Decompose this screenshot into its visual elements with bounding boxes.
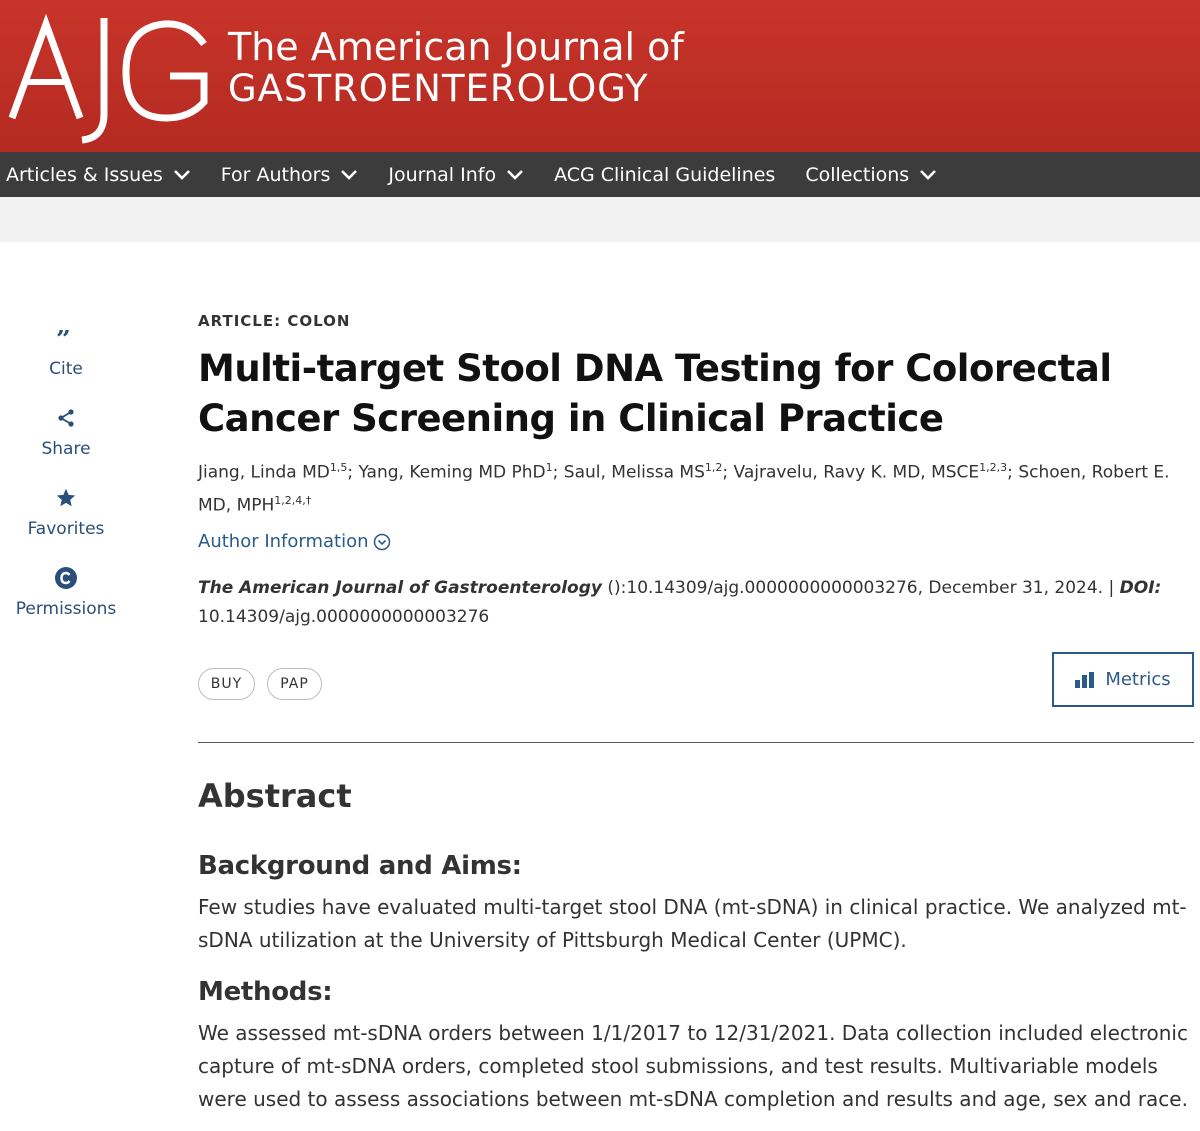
favorites-label: Favorites xyxy=(27,519,105,539)
author-information-toggle[interactable]: Author Information xyxy=(198,531,391,552)
journal-name[interactable]: The American Journal of GASTROENTEROLOGY xyxy=(228,26,684,110)
metrics-button[interactable]: Metrics xyxy=(1052,652,1194,708)
star-icon xyxy=(55,485,77,511)
quote-icon: ” xyxy=(56,325,76,351)
citation-journal: The American Journal of Gastroenterology xyxy=(198,578,602,599)
ajg-logo[interactable] xyxy=(8,10,213,146)
abstract-heading: Abstract xyxy=(198,777,352,816)
author-separator: ; xyxy=(347,462,359,483)
cite-button[interactable]: ” Cite xyxy=(0,325,132,379)
journal-name-line2: GASTROENTEROLOGY xyxy=(228,67,649,110)
main-nav: Articles & Issues For Authors Journal In… xyxy=(0,152,1200,197)
author-information-label: Author Information xyxy=(198,531,369,553)
favorites-button[interactable]: Favorites xyxy=(0,485,132,539)
article-kicker: ARTICLE: COLON xyxy=(198,312,351,330)
section-heading-background: Background and Aims: xyxy=(198,851,522,882)
nav-label: Journal Info xyxy=(388,163,497,186)
chevron-down-icon xyxy=(341,169,358,180)
nav-acg-guidelines[interactable]: ACG Clinical Guidelines xyxy=(554,164,775,186)
copyright-icon xyxy=(54,565,78,591)
section-text-background: Few studies have evaluated multi-target … xyxy=(198,895,1187,953)
journal-name-line1: The American Journal of xyxy=(228,25,684,69)
author-affiliation: 1,2,3 xyxy=(979,461,1008,474)
nav-label: Collections xyxy=(805,163,910,186)
chevron-down-icon xyxy=(507,169,524,180)
author-affiliation: 1,5 xyxy=(329,461,348,474)
author-name[interactable]: Saul, Melissa MS xyxy=(564,463,705,483)
doi-label: DOI: xyxy=(1119,578,1162,599)
nav-label: Articles & Issues xyxy=(6,163,163,186)
chevron-down-icon xyxy=(920,169,937,180)
author-affiliation: 1 xyxy=(545,461,553,474)
citation-details: ():10.14309/ajg.0000000000003276, Decemb… xyxy=(601,578,1120,599)
author-name[interactable]: Jiang, Linda MD xyxy=(198,463,330,483)
nav-journal-info[interactable]: Journal Info xyxy=(388,164,524,186)
article-title: Multi-target Stool DNA Testing for Color… xyxy=(198,347,1112,440)
nav-collections[interactable]: Collections xyxy=(805,164,937,186)
nav-label: ACG Clinical Guidelines xyxy=(554,163,776,186)
share-icon xyxy=(56,405,76,431)
share-button[interactable]: Share xyxy=(0,405,132,459)
share-label: Share xyxy=(41,439,91,459)
nav-articles-issues[interactable]: Articles & Issues xyxy=(6,164,191,186)
metrics-label: Metrics xyxy=(1105,669,1171,691)
author-list: Jiang, Linda MD1,5; Yang, Keming MD PhD1… xyxy=(198,454,1194,519)
action-row: BUY PAP Metrics xyxy=(198,652,1194,708)
section-heading-methods: Methods: xyxy=(198,977,333,1008)
nav-for-authors[interactable]: For Authors xyxy=(221,164,359,186)
permissions-label: Permissions xyxy=(15,599,117,619)
section-text-methods: We assessed mt-sDNA orders between 1/1/2… xyxy=(198,1021,1188,1112)
permissions-button[interactable]: Permissions xyxy=(0,565,132,619)
author-name[interactable]: Yang, Keming MD PhD xyxy=(359,463,546,483)
nav-label: For Authors xyxy=(220,163,331,186)
divider xyxy=(198,742,1194,744)
author-affiliation: 1,2 xyxy=(704,461,723,474)
sub-bar xyxy=(0,197,1200,242)
author-separator: ; xyxy=(722,462,734,483)
author-separator: ; xyxy=(1007,462,1019,483)
bar-chart-icon xyxy=(1075,671,1095,688)
cite-label: Cite xyxy=(49,359,83,379)
author-affiliation: 1,2,4,† xyxy=(274,493,312,507)
author-separator: ; xyxy=(552,462,564,483)
chevron-circle-down-icon xyxy=(373,533,390,551)
citation-line: The American Journal of Gastroenterology… xyxy=(198,574,1194,632)
doi-link[interactable]: 10.14309/ajg.0000000000003276 xyxy=(198,607,489,627)
buy-button[interactable]: BUY xyxy=(198,668,255,701)
article-main: ARTICLE: COLON Multi-target Stool DNA Te… xyxy=(198,312,1194,1116)
journal-banner: The American Journal of GASTROENTEROLOGY xyxy=(0,0,1200,152)
pap-button[interactable]: PAP xyxy=(267,668,322,701)
chevron-down-icon xyxy=(173,169,190,180)
svg-text:”: ” xyxy=(56,330,71,346)
author-name[interactable]: Vajravelu, Ravy K. MD, MSCE xyxy=(734,463,980,483)
article-tools-rail: ” Cite Share Favorites Permissions xyxy=(0,325,132,645)
